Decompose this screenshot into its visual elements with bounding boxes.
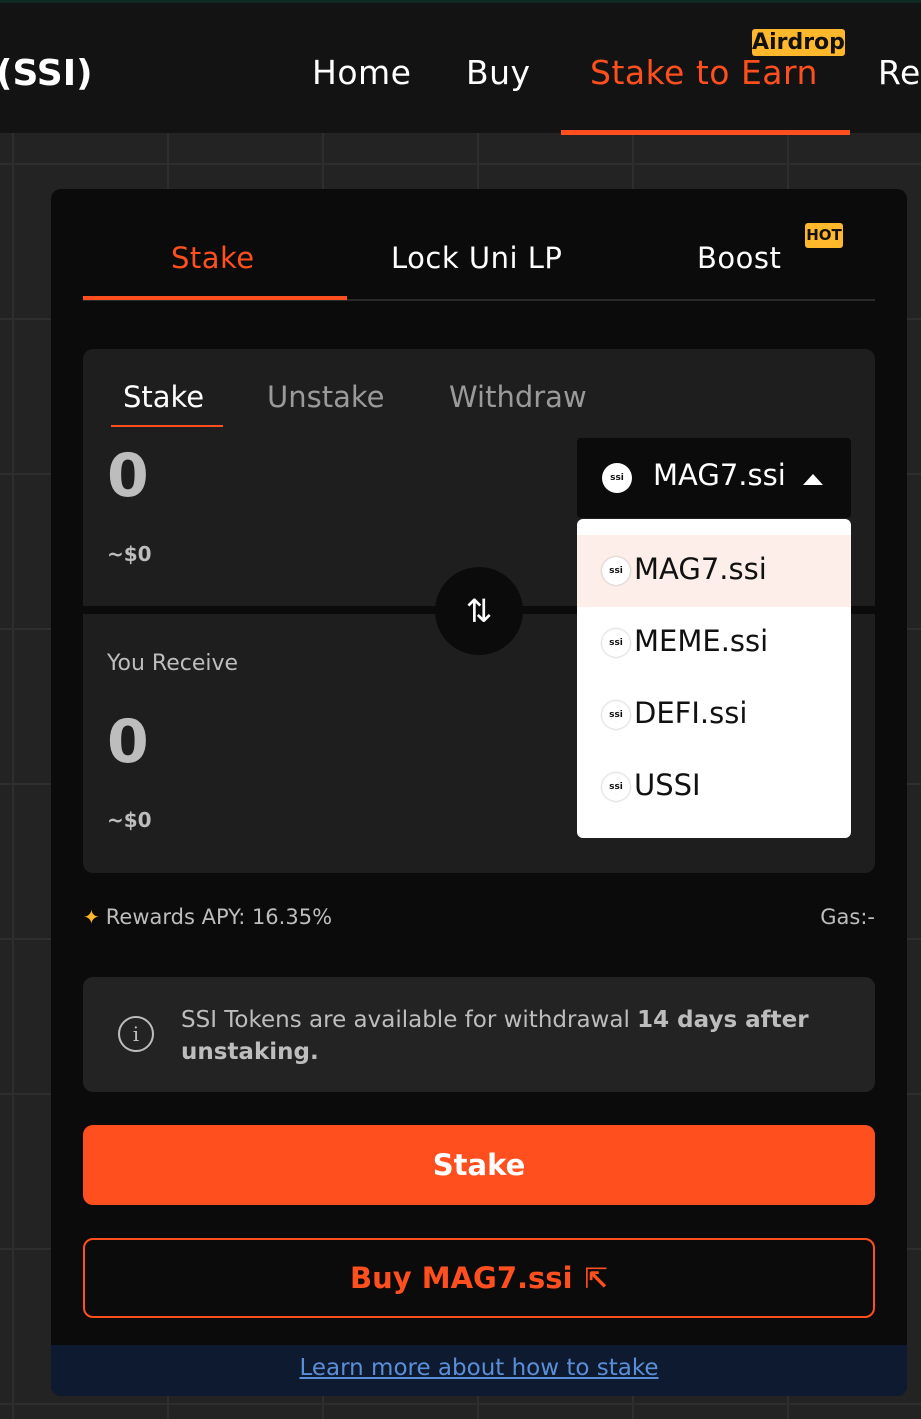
notice-text: SSI Tokens are available for withdrawal … [181,1004,861,1068]
top-nav: (SSI) Home Buy Stake to Earn Re Airdrop [0,0,921,135]
token-select-label: MAG7.ssi [653,458,786,492]
dropdown-option-ussi[interactable]: ssi USSI [577,751,851,823]
subtab-stake[interactable]: Stake [123,380,204,414]
buy-token-label: Buy MAG7.ssi [350,1261,573,1295]
nav-home[interactable]: Home [312,53,411,92]
swap-arrows-icon: ⇅ [465,592,493,630]
learn-more-bar: Learn more about how to stake [51,1345,907,1396]
withdrawal-notice: i SSI Tokens are available for withdrawa… [83,977,875,1092]
stake-button[interactable]: Stake [83,1125,875,1205]
card-tabs: Stake Lock Uni LP Boost HOT [83,189,875,301]
token-logo-icon: ssi [602,463,632,493]
rewards-apy: ✦ Rewards APY: 16.35% [83,905,332,929]
hot-badge: HOT [805,223,843,248]
mag7-logo-icon: ssi [602,557,630,585]
dropdown-option-label: MAG7.ssi [634,552,767,586]
dropdown-option-label: USSI [634,768,701,802]
tab-lock-uni-lp[interactable]: Lock Uni LP [391,241,562,275]
external-link-icon: ⇱ [584,1262,608,1295]
stake-amount-input[interactable]: 0 [107,441,149,511]
dropdown-option-defi[interactable]: ssi DEFI.ssi [577,679,851,751]
nav-re[interactable]: Re [878,53,921,92]
receive-amount-usd: ~$0 [107,808,152,832]
subtab-withdraw[interactable]: Withdraw [449,380,587,414]
dropdown-option-mag7[interactable]: ssi MAG7.ssi [577,535,851,607]
tab-active-underline [83,296,347,300]
learn-more-link[interactable]: Learn more about how to stake [51,1355,907,1381]
stake-amount-usd: ~$0 [107,542,152,566]
dropdown-option-meme[interactable]: ssi MEME.ssi [577,607,851,679]
dropdown-option-label: DEFI.ssi [634,696,748,730]
rewards-apy-text: Rewards APY: 16.35% [105,905,333,929]
subtab-active-underline [111,425,223,427]
swap-direction-button[interactable]: ⇅ [435,567,523,655]
gas-fee: Gas:- [820,905,875,929]
caret-up-icon [803,474,823,485]
buy-token-button[interactable]: Buy MAG7.ssi ⇱ [83,1238,875,1318]
sparkle-icon: ✦ [83,905,100,929]
info-icon: i [118,1016,154,1052]
airdrop-badge: Airdrop [752,29,845,56]
defi-logo-icon: ssi [602,701,630,729]
subtab-unstake[interactable]: Unstake [267,380,384,414]
brand-logo[interactable]: (SSI) [0,53,93,94]
nav-stake-to-earn[interactable]: Stake to Earn [590,53,818,92]
nav-buy[interactable]: Buy [466,53,531,92]
nav-active-underline [561,130,850,135]
tab-boost[interactable]: Boost [697,241,781,275]
ussi-logo-icon: ssi [602,773,630,801]
token-dropdown: ssi MAG7.ssi ssi MEME.ssi ssi DEFI.ssi s… [577,519,851,838]
meme-logo-icon: ssi [602,629,630,657]
token-select[interactable]: ssi MAG7.ssi [577,438,851,518]
dropdown-option-label: MEME.ssi [634,624,769,658]
tab-stake[interactable]: Stake [171,241,255,275]
receive-label: You Receive [107,651,239,676]
notice-text-main: SSI Tokens are available for withdrawal [181,1007,638,1033]
receive-amount: 0 [107,707,149,777]
